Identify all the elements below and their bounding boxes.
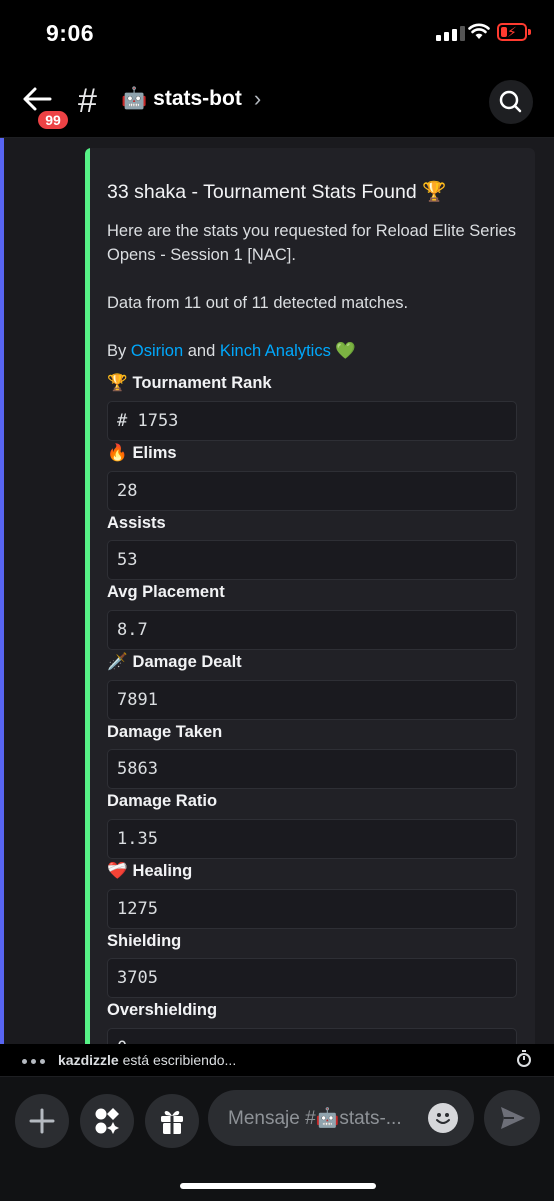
field-name-shielding: Shielding: [107, 932, 182, 950]
mending-heart-icon: ❤️‍🩹: [107, 862, 128, 880]
field-value-damage-dealt: 7891: [107, 680, 517, 720]
gift-button[interactable]: [145, 1094, 199, 1148]
field-value-healing: 1275: [107, 889, 517, 929]
field-name-healing: ❤️‍🩹 Healing: [107, 862, 193, 880]
unread-badge: 99: [35, 108, 71, 132]
field-name-damage-ratio: Damage Ratio: [107, 792, 218, 810]
trophy-icon: 🏆: [107, 374, 128, 392]
home-indicator: [180, 1183, 376, 1189]
field-value-damage-taken: 5863: [107, 749, 517, 789]
description-credits: By Osirion and Kinch Analytics 💚: [107, 342, 356, 360]
typing-text: kazdizzle está escribiendo...: [58, 1052, 237, 1068]
field-name-tournament-rank: 🏆 Tournament Rank: [107, 374, 272, 392]
field-value-assists: 53: [107, 540, 517, 580]
field-name-damage-taken: Damage Taken: [107, 723, 223, 741]
stats-embed: 33 shaka - Tournament Stats Found 🏆 Here…: [85, 148, 535, 1044]
field-value-tournament-rank: # 1753: [107, 401, 517, 441]
send-icon: [501, 1107, 525, 1129]
apps-button[interactable]: [80, 1094, 134, 1148]
fire-icon: 🔥: [107, 444, 128, 462]
kinch-analytics-link[interactable]: Kinch Analytics: [220, 342, 331, 360]
typing-indicator: kazdizzle está escribiendo...: [0, 1044, 554, 1076]
search-icon: [499, 90, 522, 113]
green-heart-icon: 💚: [335, 342, 356, 360]
field-value-elims: 28: [107, 471, 517, 511]
add-button[interactable]: [15, 1094, 69, 1148]
field-value-shielding: 3705: [107, 958, 517, 998]
field-value-damage-ratio: 1.35: [107, 819, 517, 859]
embed-description: Here are the stats you requested for Rel…: [107, 219, 517, 387]
clock: 9:06: [46, 20, 95, 46]
field-value-avg-placement: 8.7: [107, 610, 517, 650]
dagger-icon: 🗡️: [107, 653, 128, 671]
search-button[interactable]: [489, 80, 533, 124]
message-list[interactable]: 33 shaka - Tournament Stats Found 🏆 Here…: [0, 138, 554, 1044]
robot-icon: 🤖: [121, 87, 148, 110]
wifi-icon: [468, 23, 490, 39]
channel-name: stats-bot: [153, 87, 242, 110]
channel-title[interactable]: 🤖 stats-bot ›: [121, 86, 261, 112]
signal-icon: [436, 26, 465, 41]
field-name-damage-dealt: 🗡️ Damage Dealt: [107, 653, 242, 671]
channel-header: 99 # 🤖 stats-bot ›: [0, 64, 554, 138]
field-name-overshielding: Overshielding: [107, 1001, 218, 1019]
embed-title: 33 shaka - Tournament Stats Found 🏆: [107, 181, 447, 203]
apps-icon: [95, 1108, 119, 1134]
field-name-elims: 🔥 Elims: [107, 444, 177, 462]
slowmode-timer-icon: [517, 1050, 531, 1067]
message-placeholder: Mensaje #🤖stats-...: [228, 1108, 402, 1129]
gift-icon: [161, 1110, 183, 1134]
send-button[interactable]: [484, 1090, 540, 1146]
embed-accent-border: [85, 148, 90, 1044]
battery-cap: [528, 29, 531, 35]
osirion-link[interactable]: Osirion: [131, 342, 183, 360]
typing-user: kazdizzle: [58, 1052, 119, 1068]
field-value-overshielding: 0: [107, 1028, 517, 1044]
plus-icon: [29, 1108, 55, 1134]
chevron-right-icon: ›: [253, 86, 262, 111]
description-matches: Data from 11 out of 11 detected matches.: [107, 294, 409, 312]
field-name-assists: Assists: [107, 514, 166, 532]
channel-hash-icon: #: [78, 82, 97, 120]
emoji-icon[interactable]: [428, 1103, 458, 1133]
battery-icon: ⚡: [497, 23, 527, 41]
typing-dots-icon: [22, 1059, 45, 1064]
field-name-avg-placement: Avg Placement: [107, 583, 225, 601]
message-input[interactable]: Mensaje #🤖stats-...: [208, 1090, 474, 1146]
mention-highlight-bar: [0, 138, 4, 1044]
description-request: Here are the stats you requested for Rel…: [107, 222, 517, 264]
status-bar: 9:06 ⚡: [0, 0, 554, 64]
